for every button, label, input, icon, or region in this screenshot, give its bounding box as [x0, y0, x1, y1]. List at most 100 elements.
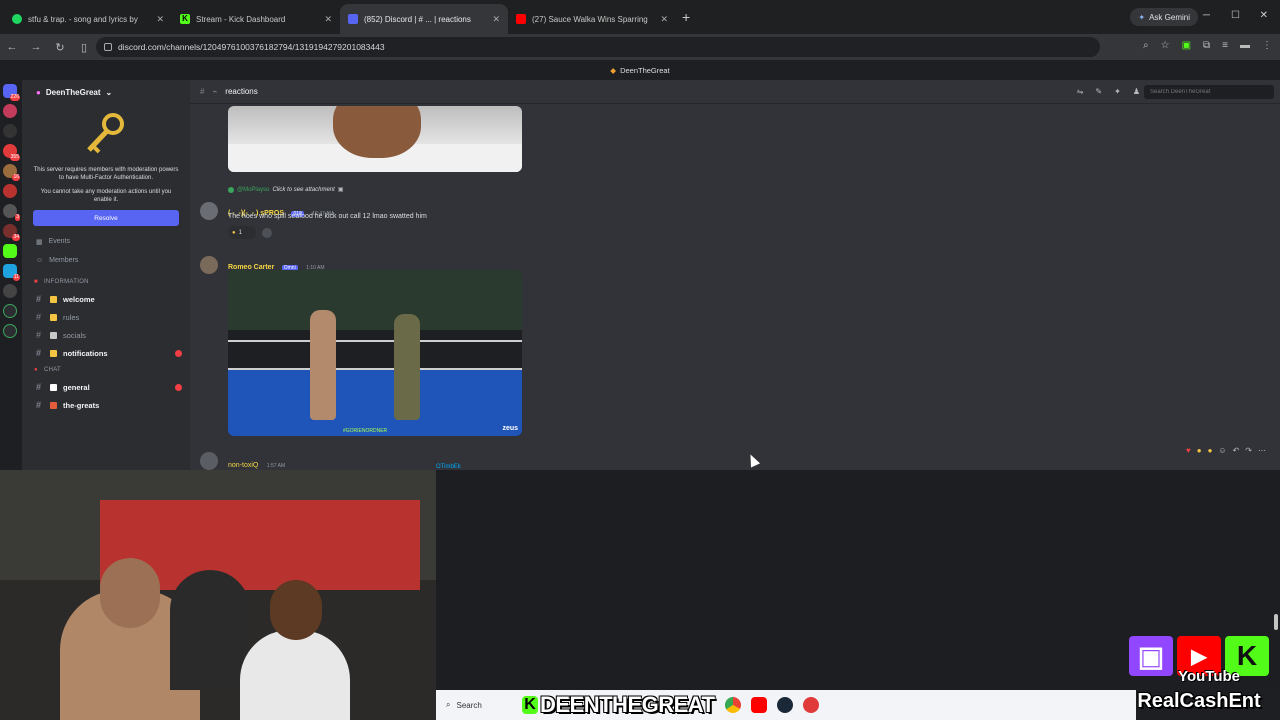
server-icon[interactable]: 34 [3, 224, 20, 241]
members-item[interactable]: ☺ Members [22, 251, 190, 270]
server-icon[interactable]: 3 [3, 204, 20, 221]
taskbar-search[interactable]: ⌕ Search [442, 695, 512, 715]
notifications-muted-icon[interactable]: ✎ [1095, 87, 1102, 96]
forward-icon[interactable]: → [24, 41, 48, 53]
resolve-button[interactable]: Resolve [33, 210, 179, 226]
youtube-icon[interactable] [750, 697, 767, 713]
maximize-icon[interactable]: ☐ [1231, 10, 1240, 21]
ask-gemini-button[interactable]: ✦ Ask Gemini [1130, 8, 1198, 26]
category-emblem-icon: ● [34, 367, 38, 373]
server-header[interactable]: ● DeenTheGreat ⌄ [22, 80, 190, 104]
channel-socials[interactable]: # socials [22, 326, 190, 344]
chrome-icon[interactable] [724, 697, 741, 713]
new-tab-button[interactable]: + [682, 9, 690, 25]
mfa-warning: You cannot take any moderation actions u… [40, 189, 172, 203]
image-attachment[interactable] [228, 106, 522, 172]
mfa-notice: This server requires members with modera… [22, 104, 190, 232]
close-tab-icon[interactable]: ✕ [156, 14, 164, 25]
puzzle-icon[interactable]: ⧉ [1203, 40, 1210, 51]
server-icon[interactable]: 16 [3, 164, 20, 181]
close-tab-icon[interactable]: ✕ [492, 14, 500, 25]
back-icon[interactable]: ← [0, 41, 24, 53]
avatar[interactable] [200, 256, 218, 274]
streamer-name: DEENTHEGREAT [540, 692, 715, 717]
server-icon[interactable] [3, 284, 17, 298]
download-icon[interactable] [3, 324, 17, 338]
brand-watermark: ▣ ▶ K YouTube RealCashEnt [1124, 636, 1274, 720]
channel-label: welcome [63, 294, 95, 304]
channel-welcome[interactable]: # welcome [22, 290, 190, 308]
category-emblem-icon: ■ [34, 279, 38, 285]
browser-tab-youtube[interactable]: (27) Sauce Walka Wins Sparring ✕ [508, 4, 676, 34]
server-emblem-icon: ◆ [610, 65, 617, 75]
extension-icon[interactable]: ▣ [1182, 40, 1191, 51]
youtube-label: YouTube [1178, 668, 1240, 685]
server-icon[interactable] [3, 244, 17, 258]
video-attachment[interactable]: #GORIENORDNER zeus [228, 270, 522, 436]
unread-dot [175, 383, 182, 391]
browser-tab-kick[interactable]: K Stream - Kick Dashboard ✕ [172, 4, 340, 34]
minimize-icon[interactable]: ─ [1203, 10, 1210, 21]
forward-icon[interactable]: ↷ [1245, 446, 1252, 455]
laugh-reaction-icon[interactable]: ● [1197, 446, 1202, 455]
reply-icon[interactable]: ↶ [1233, 446, 1240, 455]
fighter-figure [394, 314, 420, 420]
close-tab-icon[interactable]: ✕ [324, 14, 332, 25]
hash-icon: # [36, 294, 42, 304]
channel-header-name: reactions [225, 87, 258, 96]
tab-label: (27) Sauce Walka Wins Sparring [532, 14, 648, 24]
server-icon[interactable] [3, 184, 17, 198]
category-chat[interactable]: ● CHAT [22, 362, 190, 378]
steam-icon[interactable] [776, 697, 793, 713]
browser-tab-spotify[interactable]: stfu & trap. - song and lyrics by ✕ [4, 4, 172, 34]
site-info-icon[interactable] [104, 43, 112, 51]
discord-title-bar: ◆ DeenTheGreat [0, 60, 1280, 80]
hash-icon: # [36, 382, 42, 392]
reload-icon[interactable]: ↻ [48, 41, 72, 54]
profile-icon[interactable]: ▬ [1240, 40, 1250, 51]
events-item[interactable]: ▦ Events [22, 232, 190, 251]
category-information[interactable]: ■ INFORMATION [22, 274, 190, 290]
category-label: INFORMATION [43, 279, 89, 285]
add-reaction-icon[interactable] [262, 228, 272, 238]
reaction-button[interactable]: ● 1 [228, 226, 256, 239]
channel-notifications[interactable]: # notifications [22, 344, 190, 362]
explore-icon[interactable] [3, 304, 17, 318]
zoom-icon[interactable]: ⌕ [1143, 40, 1149, 51]
gym-background [228, 270, 522, 330]
add-reaction-icon[interactable]: ☺ [1218, 446, 1226, 455]
close-tab-icon[interactable]: ✕ [660, 14, 668, 25]
spotify-icon [12, 14, 22, 24]
browser-toolbar: ← → ↻ ▯ discord.com/channels/12049761003… [0, 34, 1280, 60]
search-input[interactable] [1144, 85, 1274, 99]
avatar[interactable] [200, 202, 218, 220]
laugh-reaction-icon[interactable]: ● [1208, 446, 1213, 455]
bookmark-star-icon[interactable]: ☆ [1161, 40, 1170, 51]
address-bar[interactable]: discord.com/channels/1204976100376182794… [96, 37, 1100, 57]
more-options-icon[interactable]: ⋯ [1258, 446, 1266, 455]
server-icon[interactable] [3, 104, 17, 118]
close-window-icon[interactable]: ✕ [1260, 10, 1268, 21]
channel-emoji-icon [50, 313, 57, 321]
pin-icon[interactable]: ✦ [1114, 87, 1121, 96]
threads-icon[interactable]: ⇋ [1077, 87, 1084, 96]
server-icon[interactable]: 11 [3, 264, 20, 281]
channel-the-greats[interactable]: # the-greats [22, 396, 190, 414]
menu-icon[interactable]: ⋮ [1262, 40, 1272, 51]
member-list-icon[interactable]: ♟ [1133, 87, 1140, 96]
sidepanel-icon[interactable]: ▯ [72, 41, 96, 54]
server-icon[interactable]: 355 [3, 144, 20, 161]
scrollbar-thumb[interactable] [1274, 614, 1278, 630]
heart-reaction-icon[interactable]: ♥ [1186, 446, 1191, 455]
channel-rules[interactable]: # rules [22, 308, 190, 326]
avatar[interactable] [200, 452, 218, 470]
app-icon[interactable] [802, 697, 819, 713]
youtube-icon [516, 14, 526, 24]
channel-general[interactable]: # general [22, 378, 190, 396]
reply-preview[interactable]: @MoPlayso Click to see attachment ▣ [228, 186, 343, 193]
server-icon[interactable] [3, 124, 17, 138]
browser-tab-discord[interactable]: (852) Discord | # ... | reactions ✕ [340, 4, 508, 34]
server-icon[interactable]: 226 [3, 84, 20, 101]
media-icon[interactable]: ≡ [1222, 40, 1228, 51]
username[interactable]: non-toxiQ [228, 462, 258, 469]
